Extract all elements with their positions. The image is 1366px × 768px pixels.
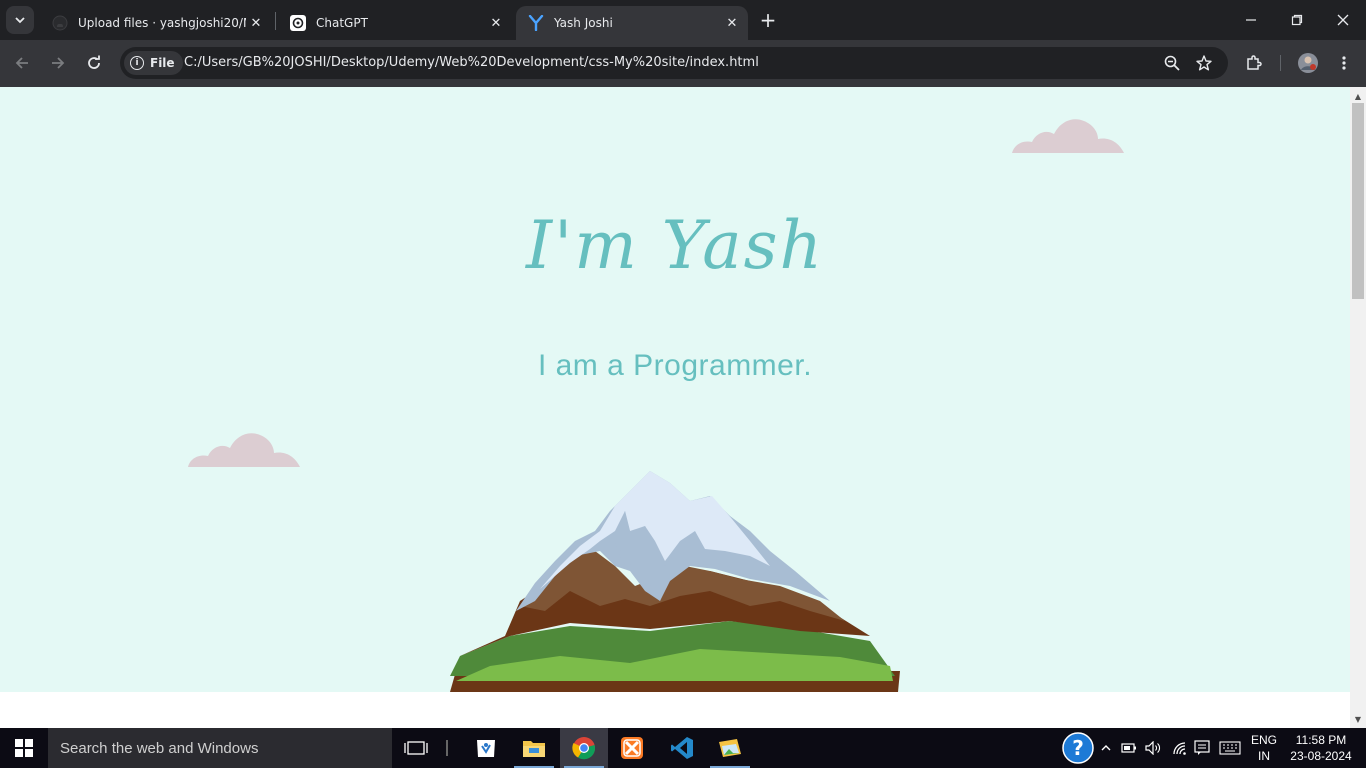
star-icon: [1196, 55, 1212, 71]
toolbar-divider: [1280, 55, 1281, 71]
taskbar-chrome[interactable]: [560, 728, 608, 768]
photos-icon: [719, 739, 741, 757]
notifications-tray-button[interactable]: [1192, 728, 1212, 768]
folder-icon: [523, 741, 545, 757]
github-icon: [52, 15, 68, 31]
new-tab-button[interactable]: +: [756, 8, 780, 32]
url-text[interactable]: C:/Users/GB%20JOSHI/Desktop/Udemy/Web%20…: [184, 55, 759, 70]
windows-logo-icon: [15, 739, 33, 757]
tab-upload-files[interactable]: Upload files · yashgjoshi20/My- ✕: [40, 6, 272, 40]
scrollbar-thumb[interactable]: [1352, 103, 1364, 299]
taskbar-photos[interactable]: [706, 728, 754, 768]
tab-chatgpt[interactable]: ChatGPT ✕: [278, 6, 512, 40]
back-button[interactable]: [10, 51, 34, 75]
taskbar-clock[interactable]: 11:58 PM 23-08-2024: [1286, 732, 1356, 764]
taskbar-app-store[interactable]: [462, 728, 510, 768]
address-bar[interactable]: i File C:/Users/GB%20JOSHI/Desktop/Udemy…: [120, 47, 1228, 79]
cloud-image: [188, 433, 300, 467]
vscode-icon: [671, 737, 693, 759]
chrome-icon: [572, 737, 596, 760]
close-window-button[interactable]: [1320, 0, 1366, 40]
close-icon[interactable]: ✕: [246, 13, 266, 33]
hero-section: I'm Yash I am a Programmer.: [0, 87, 1350, 692]
minimize-button[interactable]: [1228, 0, 1274, 40]
task-view-icon: [404, 741, 428, 755]
plus-icon: +: [759, 8, 777, 32]
keyboard-tray-button[interactable]: [1216, 728, 1244, 768]
input-language-indicator[interactable]: ENG IN: [1246, 732, 1282, 764]
close-icon: [1337, 14, 1349, 26]
taskbar-vscode[interactable]: [658, 728, 706, 768]
site-info-chip[interactable]: i File: [124, 51, 183, 75]
bookmark-button[interactable]: [1194, 53, 1214, 73]
cloud-image: [1012, 119, 1124, 153]
close-icon[interactable]: ✕: [486, 13, 506, 33]
browser-toolbar: i File C:/Users/GB%20JOSHI/Desktop/Udemy…: [0, 40, 1366, 87]
tab-title: ChatGPT: [316, 16, 368, 30]
clock-date: 23-08-2024: [1290, 749, 1352, 763]
restore-icon: [1291, 14, 1303, 26]
zoom-button[interactable]: [1162, 53, 1182, 73]
tab-separator: [275, 12, 276, 30]
tab-title: Upload files · yashgjoshi20/My-: [78, 16, 246, 30]
tab-strip: Upload files · yashgjoshi20/My- ✕ ChatGP…: [0, 0, 1366, 40]
page-viewport: I'm Yash I am a Programmer.: [0, 87, 1350, 728]
zoom-out-icon: [1164, 55, 1180, 71]
page-scrollbar[interactable]: ▲ ▼: [1350, 87, 1366, 728]
close-icon[interactable]: ✕: [722, 13, 742, 33]
extensions-button[interactable]: [1242, 51, 1266, 75]
battery-tray-button[interactable]: [1118, 728, 1140, 768]
show-hidden-icons-button[interactable]: [1096, 728, 1116, 768]
task-view-button[interactable]: [392, 728, 440, 768]
taskbar: Search the web and Windows ? ENG IN 11:5…: [0, 728, 1366, 768]
wifi-icon: [1173, 742, 1186, 755]
more-vertical-icon: [1342, 56, 1346, 70]
chip-label: File: [150, 56, 175, 70]
tab-search-button[interactable]: [6, 6, 34, 34]
store-bag-icon: [477, 740, 495, 757]
mountain-illustration: [450, 471, 900, 692]
help-icon: ?: [1062, 732, 1094, 764]
taskbar-file-explorer[interactable]: [510, 728, 558, 768]
restore-button[interactable]: [1274, 0, 1320, 40]
start-button[interactable]: [0, 728, 48, 768]
network-tray-button[interactable]: [1168, 728, 1192, 768]
speaker-icon: [1145, 741, 1160, 755]
reload-button[interactable]: [82, 51, 106, 75]
volume-tray-button[interactable]: [1142, 728, 1164, 768]
minimize-icon: [1246, 19, 1256, 21]
arrow-right-icon: [52, 57, 65, 69]
menu-button[interactable]: [1332, 51, 1356, 75]
svg-text:?: ?: [1072, 736, 1084, 760]
clock-time: 11:58 PM: [1295, 733, 1347, 747]
puzzle-icon: [1247, 55, 1262, 70]
chevron-down-icon: [15, 17, 25, 24]
xampp-icon: [621, 737, 643, 759]
help-tray-button[interactable]: ?: [1060, 728, 1096, 768]
arrow-left-icon: [15, 57, 28, 69]
hero-subtitle: I am a Programmer.: [537, 349, 813, 382]
chatgpt-icon: [290, 15, 306, 31]
profile-button[interactable]: [1296, 51, 1320, 75]
info-icon: i: [130, 56, 144, 70]
taskbar-separator: [446, 740, 448, 756]
lang-line-2: IN: [1258, 749, 1270, 763]
chevron-up-icon: [1101, 745, 1111, 751]
lang-line-1: ENG: [1250, 733, 1277, 747]
taskbar-search-box[interactable]: Search the web and Windows: [48, 728, 392, 768]
message-icon: [1194, 740, 1210, 755]
avatar: [1298, 53, 1318, 73]
tab-yash-joshi[interactable]: Yash Joshi ✕: [516, 6, 748, 40]
keyboard-icon: [1219, 741, 1241, 755]
scroll-down-arrow-icon[interactable]: ▼: [1350, 712, 1366, 726]
reload-icon: [88, 55, 100, 69]
tab-title: Yash Joshi: [554, 16, 613, 30]
y-icon: [528, 15, 544, 31]
taskbar-xampp[interactable]: [608, 728, 656, 768]
scroll-up-arrow-icon[interactable]: ▲: [1350, 89, 1366, 103]
hero-title: I'm Yash: [526, 207, 824, 284]
forward-button[interactable]: [46, 51, 70, 75]
battery-icon: [1121, 743, 1136, 753]
